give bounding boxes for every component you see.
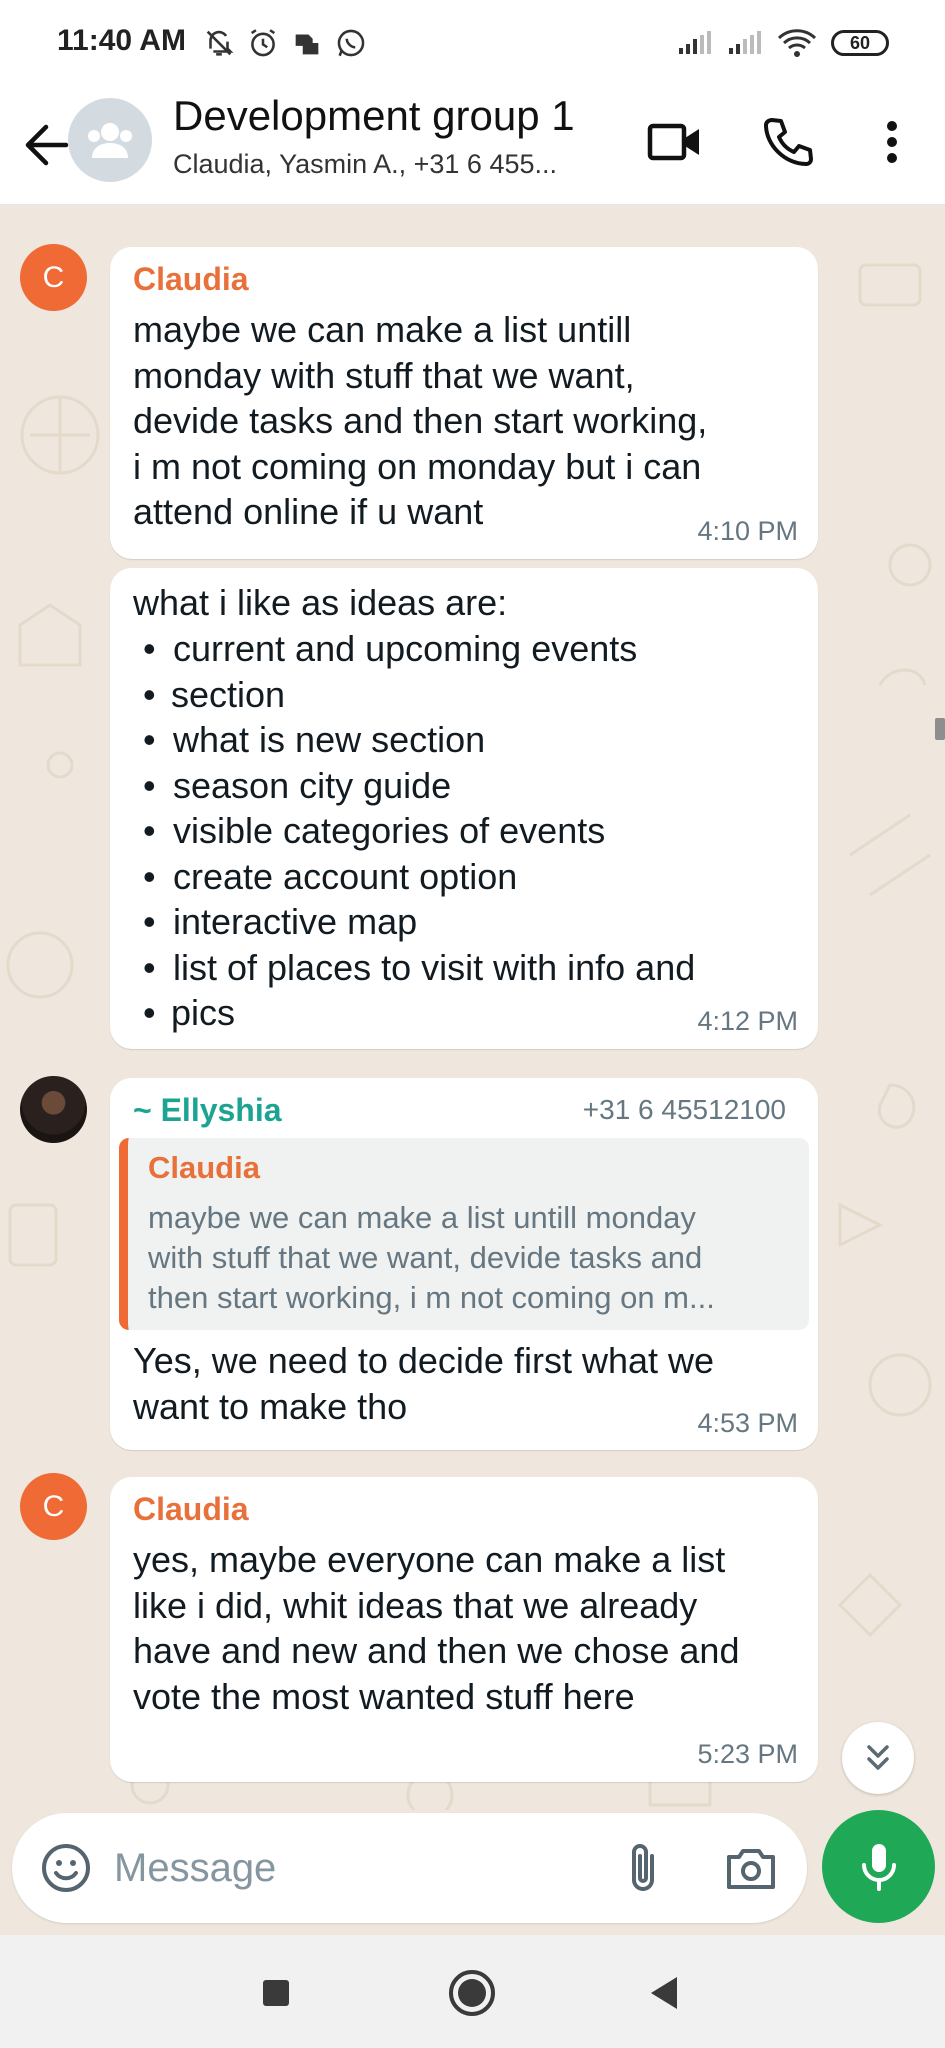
- message-time: 4:10 PM: [697, 516, 798, 546]
- list-item: list of places to visit with info and: [133, 945, 813, 991]
- message-bubble[interactable]: what i like as ideas are: current and up…: [110, 568, 818, 1049]
- list-item: visible categories of events: [133, 808, 813, 854]
- sender-phone: +31 6 45512100: [582, 1094, 786, 1125]
- chat-title[interactable]: Development group 1: [173, 92, 575, 140]
- whatsapp-icon: [337, 29, 365, 57]
- quoted-message[interactable]: Claudia maybe we can make a list untill …: [119, 1138, 809, 1330]
- status-time: 11:40 AM: [57, 24, 186, 57]
- video-call-button[interactable]: [643, 110, 707, 174]
- attach-button[interactable]: [616, 1840, 672, 1896]
- navigation-bar: [0, 1935, 945, 2048]
- triangle-back-icon: [651, 1977, 677, 2009]
- message-bubble[interactable]: Claudia maybe we can make a list untill …: [110, 247, 818, 559]
- wifi-icon: [777, 29, 817, 57]
- message-bubble[interactable]: ~ Ellyshia +31 6 45512100 Claudia maybe …: [110, 1078, 818, 1450]
- more-vert-icon: [887, 121, 897, 163]
- message-bubble[interactable]: Claudia yes, maybe everyone can make a l…: [110, 1477, 818, 1782]
- paperclip-icon: [632, 1844, 654, 1891]
- avatar[interactable]: C: [20, 244, 87, 311]
- home-button[interactable]: [442, 1963, 502, 2023]
- phone-icon: [764, 118, 813, 166]
- message-text: maybe we can make a list untill monday w…: [133, 309, 708, 532]
- group-icon: [88, 123, 132, 158]
- avatar[interactable]: [20, 1076, 87, 1143]
- microphone-icon: [861, 1843, 896, 1891]
- group-avatar[interactable]: [68, 98, 152, 182]
- status-bar: 11:40 AM 60: [0, 0, 945, 85]
- sender-name[interactable]: Claudia: [133, 261, 249, 298]
- scroll-thumb[interactable]: [935, 718, 945, 740]
- square-icon: [263, 1980, 289, 2006]
- list-item: create account option: [133, 854, 813, 900]
- voice-call-button[interactable]: [756, 110, 820, 174]
- avatar[interactable]: C: [20, 1473, 87, 1540]
- list-item-continued: section: [133, 672, 813, 718]
- list-item: what is new section: [133, 717, 813, 763]
- message-time: 4:53 PM: [697, 1408, 798, 1438]
- sender-name[interactable]: ~ Ellyshia: [133, 1092, 282, 1129]
- quote-sender: Claudia: [148, 1150, 260, 1185]
- more-options-button[interactable]: [860, 110, 924, 174]
- quote-text: maybe we can make a list untill monday w…: [148, 1200, 715, 1315]
- message-input-container: [12, 1813, 807, 1923]
- list-item: current and upcoming events: [133, 626, 813, 672]
- composer: [0, 1810, 945, 1935]
- mute-icon: [206, 30, 234, 56]
- video-camera-icon: [647, 123, 699, 161]
- recents-button[interactable]: [246, 1963, 306, 2023]
- double-chevron-down-icon: [867, 1745, 889, 1770]
- battery-icon: 60: [831, 30, 889, 56]
- message-text: yes, maybe everyone can make a list like…: [133, 1539, 740, 1717]
- message-text: what i like as ideas are:: [133, 582, 508, 623]
- list-item: season city guide: [133, 763, 813, 809]
- signal-icon: [729, 31, 761, 54]
- back-nav-button[interactable]: [634, 1963, 694, 2023]
- message-time: 4:12 PM: [697, 1006, 798, 1036]
- ideas-list: current and upcoming events section what…: [133, 626, 813, 1036]
- signal-icon: [679, 31, 711, 54]
- emoji-icon: [42, 1844, 90, 1892]
- voice-message-button[interactable]: [822, 1810, 935, 1923]
- chat-header: Development group 1 Claudia, Yasmin A., …: [0, 85, 945, 205]
- circle-icon: [449, 1970, 495, 2016]
- scroll-to-bottom-button[interactable]: [842, 1722, 914, 1794]
- app-icon: [295, 34, 319, 55]
- chat-participants[interactable]: Claudia, Yasmin A., +31 6 455...: [173, 149, 603, 180]
- message-input[interactable]: [114, 1841, 514, 1895]
- list-item: interactive map: [133, 899, 813, 945]
- camera-button[interactable]: [723, 1840, 779, 1896]
- emoji-button[interactable]: [38, 1840, 94, 1896]
- alarm-icon: [250, 29, 276, 57]
- chat-area[interactable]: C Claudia maybe we can make a list until…: [0, 205, 945, 1810]
- sender-name[interactable]: Claudia: [133, 1491, 249, 1528]
- camera-icon: [727, 1849, 775, 1889]
- message-time: 5:23 PM: [697, 1739, 798, 1769]
